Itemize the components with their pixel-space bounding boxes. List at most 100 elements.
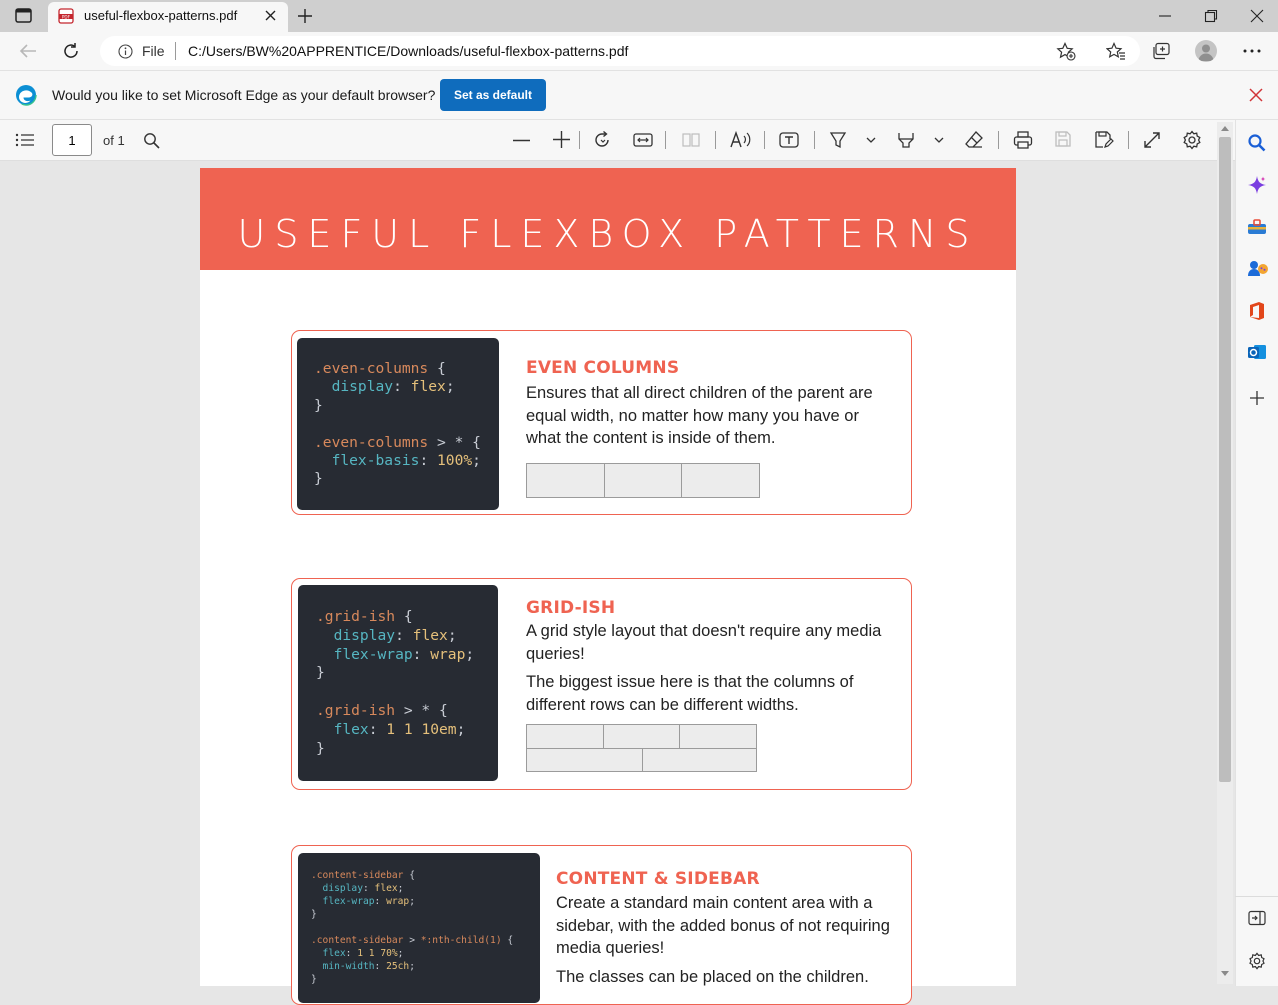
code-token: : bbox=[374, 896, 387, 907]
card-description: Create a standard main content area with… bbox=[556, 894, 890, 957]
highlight-icon[interactable] bbox=[896, 130, 916, 150]
read-aloud-icon[interactable] bbox=[729, 130, 751, 150]
erase-icon[interactable] bbox=[964, 130, 984, 150]
code-block: .grid-ish { display: flex; flex-wrap: wr… bbox=[298, 585, 498, 781]
close-window-icon[interactable] bbox=[1250, 9, 1264, 23]
toolbar-separator bbox=[998, 131, 999, 149]
back-icon[interactable] bbox=[18, 42, 38, 60]
print-icon[interactable] bbox=[1013, 130, 1033, 150]
code-token: .even-columns bbox=[314, 433, 429, 451]
set-as-default-button[interactable]: Set as default bbox=[440, 79, 546, 111]
scroll-down-icon[interactable] bbox=[1220, 970, 1230, 977]
add-favorite-icon[interactable] bbox=[1056, 42, 1076, 61]
chevron-down-icon[interactable] bbox=[934, 137, 944, 144]
save-as-icon[interactable] bbox=[1094, 130, 1114, 149]
fit-width-icon[interactable] bbox=[633, 132, 653, 148]
code-token: display bbox=[311, 883, 363, 894]
pdf-file-icon: PDF bbox=[58, 8, 74, 24]
code-token: display bbox=[316, 626, 396, 644]
new-tab-icon[interactable] bbox=[296, 7, 314, 25]
toolbar-separator bbox=[1128, 131, 1129, 149]
code-token: min-width bbox=[311, 961, 375, 972]
minimize-icon[interactable] bbox=[1158, 9, 1172, 23]
text-icon[interactable] bbox=[779, 131, 799, 149]
tab-actions-icon[interactable] bbox=[14, 7, 34, 25]
save-icon[interactable] bbox=[1054, 130, 1072, 148]
more-icon[interactable] bbox=[1243, 49, 1261, 53]
code-token: ; bbox=[465, 645, 475, 663]
collections-icon[interactable] bbox=[1151, 42, 1171, 61]
copilot-icon[interactable] bbox=[1247, 175, 1267, 195]
card-description: The biggest issue here is that the colum… bbox=[526, 673, 854, 714]
code-token: { bbox=[428, 360, 446, 377]
code-line: flex-basis: 100%; bbox=[314, 452, 499, 470]
code-token: } bbox=[314, 470, 323, 488]
code-token: > bbox=[403, 935, 421, 946]
diagram-column bbox=[604, 463, 683, 498]
code-token: : bbox=[374, 961, 387, 972]
code-token: } bbox=[311, 909, 317, 920]
document-title: USEFUL FLEXBOX PATTERNS bbox=[237, 212, 979, 256]
card-description: Ensures that all direct children of the … bbox=[526, 384, 873, 447]
url-divider bbox=[175, 42, 176, 60]
code-token: ; bbox=[447, 626, 457, 644]
code-line: .content-sidebar > *:nth-child(1) { bbox=[311, 934, 540, 947]
add-sidebar-icon[interactable] bbox=[1249, 390, 1265, 406]
settings-icon[interactable] bbox=[1182, 130, 1202, 150]
scroll-up-icon[interactable] bbox=[1220, 125, 1230, 132]
toolbar-separator bbox=[665, 131, 666, 149]
code-token: .grid-ish bbox=[316, 701, 396, 719]
restore-icon[interactable] bbox=[1204, 9, 1218, 23]
close-infobar-icon[interactable] bbox=[1249, 88, 1263, 102]
info-icon[interactable] bbox=[118, 44, 133, 59]
code-token: 1 1 70% bbox=[357, 948, 398, 959]
rotate-icon[interactable] bbox=[592, 130, 612, 150]
code-block: .content-sidebar { display: flex; flex-w… bbox=[298, 853, 540, 1003]
code-line: display: flex; bbox=[311, 882, 540, 895]
close-tab-icon[interactable] bbox=[264, 9, 277, 22]
fullscreen-icon[interactable] bbox=[1143, 131, 1161, 149]
tab-title: useful-flexbox-patterns.pdf bbox=[84, 8, 238, 23]
code-line: .even-columns { bbox=[314, 360, 499, 378]
hide-sidebar-icon[interactable] bbox=[1248, 910, 1266, 926]
svg-text:PDF: PDF bbox=[62, 14, 71, 19]
chevron-down-icon[interactable] bbox=[866, 137, 876, 144]
scrollbar-thumb[interactable] bbox=[1219, 137, 1231, 782]
code-line: } bbox=[316, 740, 498, 759]
outlook-icon[interactable] bbox=[1247, 343, 1267, 361]
page-view-icon[interactable] bbox=[682, 132, 700, 148]
zoom-out-icon[interactable] bbox=[513, 139, 530, 142]
code-token: : bbox=[345, 948, 358, 959]
code-line: } bbox=[316, 664, 498, 683]
contents-icon[interactable] bbox=[15, 133, 35, 147]
sidebar-settings-icon[interactable] bbox=[1248, 952, 1266, 970]
refresh-icon[interactable] bbox=[62, 42, 80, 60]
card-heading: GRID-ISH bbox=[526, 598, 616, 618]
code-token: display bbox=[314, 378, 394, 396]
diagram-cell bbox=[679, 724, 757, 749]
search-sidebar-icon[interactable] bbox=[1247, 133, 1267, 153]
code-token: } bbox=[311, 974, 317, 985]
url-text[interactable]: C:/Users/BW%20APPRENTICE/Downloads/usefu… bbox=[188, 43, 628, 59]
code-token: 100% bbox=[437, 452, 473, 470]
games-icon[interactable] bbox=[1247, 260, 1269, 278]
favorites-icon[interactable] bbox=[1106, 42, 1126, 61]
even-columns-diagram bbox=[526, 463, 761, 498]
profile-icon[interactable] bbox=[1195, 40, 1217, 62]
code-line: flex: 1 1 70%; bbox=[311, 947, 540, 960]
office-icon[interactable] bbox=[1248, 301, 1266, 321]
tools-icon[interactable] bbox=[1247, 218, 1267, 236]
code-token: flex bbox=[316, 720, 369, 738]
search-icon[interactable] bbox=[143, 132, 160, 149]
page-number-input[interactable] bbox=[52, 124, 92, 156]
code-line: .grid-ish { bbox=[316, 608, 498, 627]
code-token: .grid-ish bbox=[316, 608, 396, 625]
toolbar-separator bbox=[814, 131, 815, 149]
code-token: flex-wrap bbox=[311, 896, 375, 907]
card-description: The classes can be placed on the childre… bbox=[556, 968, 869, 986]
code-token: : bbox=[368, 720, 387, 738]
draw-icon[interactable] bbox=[828, 130, 848, 150]
zoom-in-icon[interactable] bbox=[553, 131, 570, 148]
code-token: ; bbox=[397, 883, 404, 894]
